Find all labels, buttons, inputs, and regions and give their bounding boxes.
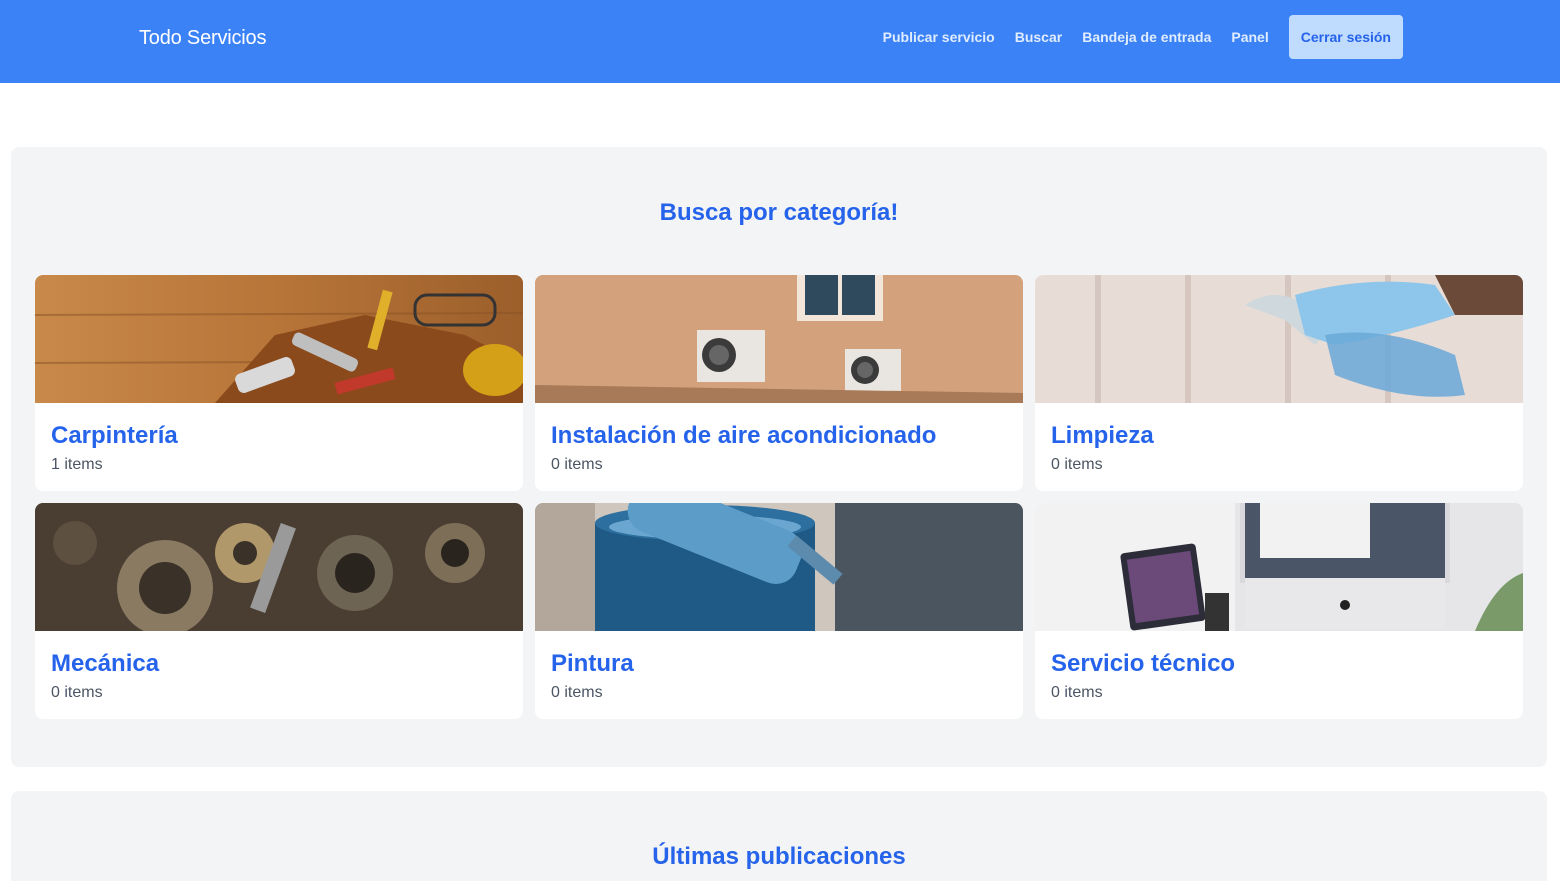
latest-posts-title: Últimas publicaciones: [652, 843, 906, 870]
air-conditioner-image: [535, 275, 1023, 403]
category-title: Mecánica: [51, 650, 160, 677]
engine-gears-image: [35, 503, 523, 631]
nav-menu: Publicar servicio Buscar Bandeja de entr…: [883, 15, 1403, 59]
logout-button[interactable]: Cerrar sesión: [1288, 15, 1403, 59]
category-count: 0 items: [551, 684, 603, 701]
categories-title: Busca por categoría!: [659, 199, 899, 226]
category-count: 0 items: [51, 684, 103, 701]
carpentry-tools-image: [35, 275, 523, 403]
category-count: 0 items: [1051, 456, 1103, 473]
nav-search-link[interactable]: Buscar: [1015, 29, 1062, 45]
cleaning-spray-image: [1035, 275, 1523, 403]
category-title: Carpintería: [51, 422, 178, 449]
nav-publish-service-link[interactable]: Publicar servicio: [883, 29, 995, 45]
category-card-servicio-tecnico[interactable]: Servicio técnico 0 items: [1035, 503, 1523, 719]
navbar: Todo Servicios Publicar servicio Buscar …: [0, 0, 1560, 83]
latest-posts-section: Últimas publicaciones: [11, 791, 1547, 881]
paint-roller-image: [535, 503, 1023, 631]
nav-panel-link[interactable]: Panel: [1231, 29, 1268, 45]
category-title: Instalación de aire acondicionado: [551, 422, 937, 449]
computer-devices-image: [1035, 503, 1523, 631]
category-title: Limpieza: [1051, 422, 1154, 449]
category-count: 0 items: [551, 456, 603, 473]
category-card-carpinteria[interactable]: Carpintería 1 items: [35, 275, 523, 491]
category-count: 1 items: [51, 456, 103, 473]
category-title: Servicio técnico: [1051, 650, 1236, 677]
brand-logo[interactable]: Todo Servicios: [139, 27, 266, 50]
category-card-mecanica[interactable]: Mecánica 0 items: [35, 503, 523, 719]
category-title: Pintura: [551, 650, 634, 677]
nav-inbox-link[interactable]: Bandeja de entrada: [1082, 29, 1211, 45]
category-card-aire-acondicionado[interactable]: Instalación de aire acondicionado 0 item…: [535, 275, 1023, 491]
categories-section: Busca por categoría! Carpintería 1 items…: [11, 147, 1547, 767]
category-count: 0 items: [1051, 684, 1103, 701]
category-card-limpieza[interactable]: Limpieza 0 items: [1035, 275, 1523, 491]
category-card-pintura[interactable]: Pintura 0 items: [535, 503, 1023, 719]
